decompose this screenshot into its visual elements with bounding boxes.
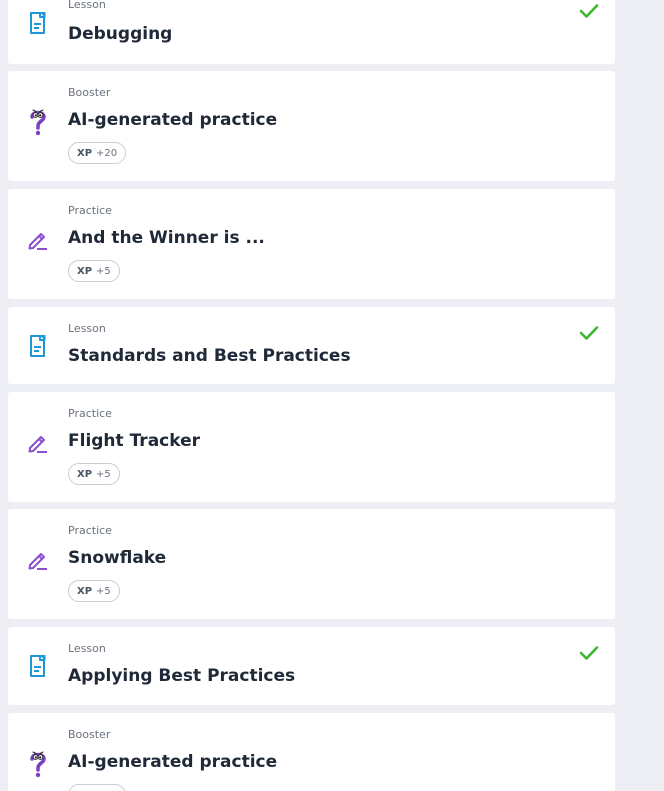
xp-badge: XP+20	[68, 142, 127, 164]
item-title[interactable]: AI-generated practice	[68, 109, 277, 131]
item-type-label: Lesson	[68, 322, 106, 335]
item-type-label: Practice	[68, 407, 112, 420]
item-title[interactable]: Applying Best Practices	[68, 665, 295, 687]
question-mascot-icon	[26, 750, 50, 778]
pencil-icon	[26, 226, 50, 254]
list-item[interactable]: Practice Flight Tracker XP +5	[8, 392, 615, 502]
question-mascot-icon	[26, 108, 50, 136]
xp-badge: XP +5	[68, 580, 120, 602]
item-type-label: Booster	[68, 728, 111, 741]
list-item[interactable]: Lesson Debugging	[8, 0, 615, 64]
xp-badge: XP +5	[68, 260, 120, 282]
completed-check-icon	[579, 645, 599, 661]
item-title[interactable]: Debugging	[68, 23, 172, 45]
completed-check-icon	[579, 3, 599, 19]
xp-value: +20	[96, 147, 118, 159]
lesson-doc-icon	[26, 652, 50, 680]
item-type-label: Practice	[68, 204, 112, 217]
item-title[interactable]: And the Winner is ...	[68, 227, 265, 249]
xp-label: XP	[77, 468, 93, 480]
xp-value: +5	[96, 468, 111, 480]
xp-label: XP	[77, 147, 93, 159]
item-title[interactable]: AI-generated practice	[68, 751, 277, 773]
pencil-icon	[26, 546, 50, 574]
item-type-label: Practice	[68, 524, 112, 537]
item-type-label: Lesson	[68, 0, 106, 11]
xp-badge: XP +5	[68, 463, 120, 485]
lesson-list: Lesson Debugging Booster AI-generated prac…	[0, 0, 664, 791]
list-item[interactable]: Lesson Standards and Best Practices	[8, 307, 615, 384]
xp-value: +5	[96, 585, 111, 597]
lesson-doc-icon	[26, 332, 50, 360]
lesson-doc-icon	[26, 9, 50, 37]
item-title[interactable]: Snowflake	[68, 547, 166, 569]
list-item[interactable]: Booster AI-generated practice XP+20	[8, 71, 615, 181]
xp-value: +5	[96, 265, 111, 277]
item-title[interactable]: Flight Tracker	[68, 430, 200, 452]
list-item[interactable]: Practice And the Winner is ... XP +5	[8, 189, 615, 299]
list-item[interactable]: Lesson Applying Best Practices	[8, 627, 615, 705]
item-type-label: Lesson	[68, 642, 106, 655]
list-item[interactable]: Booster AI-generated practice XP+20	[8, 713, 615, 791]
xp-badge: XP+20	[68, 784, 127, 791]
pencil-icon	[26, 429, 50, 457]
item-title[interactable]: Standards and Best Practices	[68, 345, 351, 367]
list-item[interactable]: Practice Snowflake XP +5	[8, 509, 615, 619]
item-type-label: Booster	[68, 86, 111, 99]
xp-label: XP	[77, 585, 93, 597]
xp-label: XP	[77, 265, 93, 277]
completed-check-icon	[579, 325, 599, 341]
